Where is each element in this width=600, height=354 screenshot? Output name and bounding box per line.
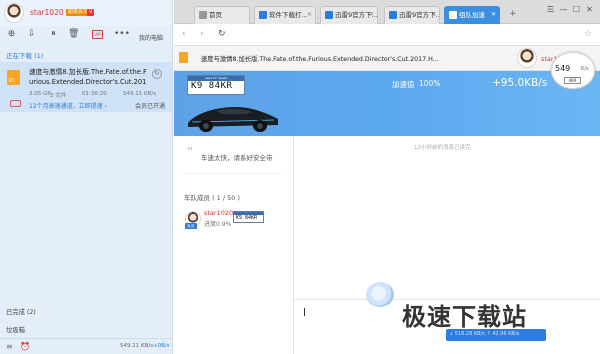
member-plate-number: K9 84KR xyxy=(236,215,258,221)
plate-number: K9 84KR xyxy=(191,81,233,91)
close-icon[interactable]: ✕ xyxy=(369,7,374,23)
maximize-button[interactable]: ☐ xyxy=(570,5,583,14)
pause-icon[interactable]: ⏸ xyxy=(48,29,59,40)
task-speed: 549.11 KB/s xyxy=(123,91,157,97)
tab-xunlei-1[interactable]: 迅雷9官方下... ✕ xyxy=(320,6,378,24)
chat-area: 12小时前的消息已读完 xyxy=(293,136,600,299)
vip-level-badge: V xyxy=(87,9,95,16)
my-pc-button[interactable]: 我的电脑 xyxy=(139,33,163,42)
download-icon[interactable]: ⇩ xyxy=(26,29,37,40)
address-bar: ‹ › ↻ ☆ xyxy=(174,24,600,46)
speed-widget[interactable]: 549 K/s 4KR xyxy=(551,52,595,89)
tab-home[interactable]: 首页 xyxy=(194,6,250,24)
avatar[interactable] xyxy=(4,3,24,23)
booster-percent: 100% xyxy=(419,79,441,88)
trash-section[interactable]: 垃圾箱 xyxy=(6,325,25,334)
member-name[interactable]: star1020 xyxy=(204,209,233,217)
speedup-row: 12个月高速通道，立即提速 › 会员已开通 xyxy=(0,98,172,112)
member-plate: K9 84KR xyxy=(233,211,264,223)
task-header: 速度与激情8.加长版.The.Fate.of.the.Furious.Exten… xyxy=(174,46,600,71)
trash-icon[interactable]: 🗑 xyxy=(68,29,79,40)
menu-icon[interactable]: ≡ xyxy=(6,342,13,351)
speed-unit: K/s xyxy=(581,66,589,72)
browser-tab-bar: 首页 软件下载打... ✕ 迅雷9官方下... ✕ 迅雷9官方下... ✕ 组队加速 ✕… xyxy=(174,0,600,24)
home-icon xyxy=(199,11,207,19)
captain-badge: 队长 xyxy=(185,223,197,229)
menu-button[interactable]: ☰ xyxy=(544,5,557,14)
tab-label: 组队加速 xyxy=(459,11,485,19)
star-icon[interactable]: ☆ xyxy=(584,29,592,39)
close-icon[interactable]: ✕ xyxy=(307,7,312,23)
car-icon xyxy=(10,100,21,107)
footer-up-speed: +0B/s xyxy=(153,343,170,349)
download-sidebar: star1020 超级会员 V ⊕ ⇩ ⏸ 🗑 VIP ••• 我的电脑 正在下… xyxy=(0,0,173,354)
footer-down-speed: 549.11 KB/s xyxy=(120,343,154,349)
speedup-link[interactable]: 12个月高速通道，立即提速 › xyxy=(29,101,107,110)
member-progress: 进度0.9% xyxy=(204,221,232,228)
team-speedup-page: 速度与激情8.加长版.The.Fate.of.the.Furious.Exten… xyxy=(174,46,600,354)
watermark-logo xyxy=(366,282,394,307)
refresh-icon[interactable]: ↻ xyxy=(218,29,226,39)
back-icon[interactable]: ‹ xyxy=(182,29,186,39)
speed-badge: 4KR xyxy=(564,77,581,84)
user-name[interactable]: star1020 xyxy=(30,8,64,17)
chat-note: 12小时前的消息已读完 xyxy=(414,145,471,151)
slogan: 车速太快，请系好安全带 xyxy=(201,154,273,162)
member-status: 会员已开通 xyxy=(135,103,166,110)
vip-button[interactable]: VIP xyxy=(92,30,103,39)
sidebar-toolbar: ⊕ ⇩ ⏸ 🗑 VIP ••• 我的电脑 xyxy=(0,26,172,44)
tab-label: 首页 xyxy=(209,11,222,19)
refresh-icon[interactable]: ↻ xyxy=(152,69,162,79)
tab-xunlei-2[interactable]: 迅雷9官方下... ✕ xyxy=(384,6,440,24)
file-type-label: BT xyxy=(9,78,15,83)
quote-icon: “ xyxy=(187,145,194,159)
task-title: 速度与激情8.加长版.The.Fate.of.the.Furious.Exten… xyxy=(201,56,439,63)
avatar[interactable] xyxy=(517,48,537,68)
tab-software-download[interactable]: 软件下载打... ✕ xyxy=(254,6,316,24)
task-size: 3.05 GB xyxy=(29,91,52,97)
plus-icon[interactable]: ⊕ xyxy=(6,29,17,40)
divider xyxy=(182,173,282,174)
forward-icon[interactable]: › xyxy=(200,29,204,39)
more-button[interactable]: ••• xyxy=(114,29,130,40)
tab-label: 软件下载打... xyxy=(269,11,308,19)
sidebar-footer: ≡ ⏰ 549.11 KB/s +0B/s xyxy=(0,338,172,354)
alarm-icon[interactable]: ⏰ xyxy=(20,342,30,351)
task-time-left: 01:36:20 xyxy=(82,91,107,97)
text-cursor xyxy=(304,308,305,316)
close-window-button[interactable]: ✕ xyxy=(583,5,596,14)
page-icon xyxy=(389,11,397,19)
minimize-button[interactable]: — xyxy=(557,5,570,14)
speed-value: 549 xyxy=(555,64,571,73)
bt-file-icon: BT xyxy=(7,70,20,85)
watermark-text: 极速下载站 xyxy=(402,303,527,331)
car-illustration xyxy=(188,107,278,132)
booster-label: 加速值 xyxy=(392,80,415,89)
close-icon[interactable]: ✕ xyxy=(431,7,436,23)
tab-team-speedup[interactable]: 组队加速 ✕ xyxy=(444,6,500,24)
completed-section[interactable]: 已完成 (2) xyxy=(6,307,36,316)
user-header: star1020 超级会员 V xyxy=(0,0,172,26)
new-tab-button[interactable]: + xyxy=(509,9,517,19)
page-icon xyxy=(259,11,267,19)
members-heading: 车队成员 ( 1 / 50 ) xyxy=(184,194,240,202)
booster-speed: +95.0KB/s xyxy=(492,77,548,89)
team-icon xyxy=(449,11,457,19)
close-icon[interactable]: ✕ xyxy=(491,7,496,23)
speed-banner: need for speed K9 84KR 加速值 100% +95.0KB/… xyxy=(174,71,600,136)
page-icon xyxy=(325,11,333,19)
downloading-section[interactable]: 正在下载 (1) xyxy=(6,50,43,60)
file-icon xyxy=(179,52,188,63)
speed-status-text: ↓ 518.28 KB/s ↑ 42.98 KB/s xyxy=(449,331,520,337)
license-plate: need for speed K9 84KR xyxy=(187,75,245,95)
window-controls: ☰ — ☐ ✕ xyxy=(544,5,596,14)
task-name: 速度与激情8.加长版.The.Fate.of.the.Furious.Exten… xyxy=(29,68,147,86)
